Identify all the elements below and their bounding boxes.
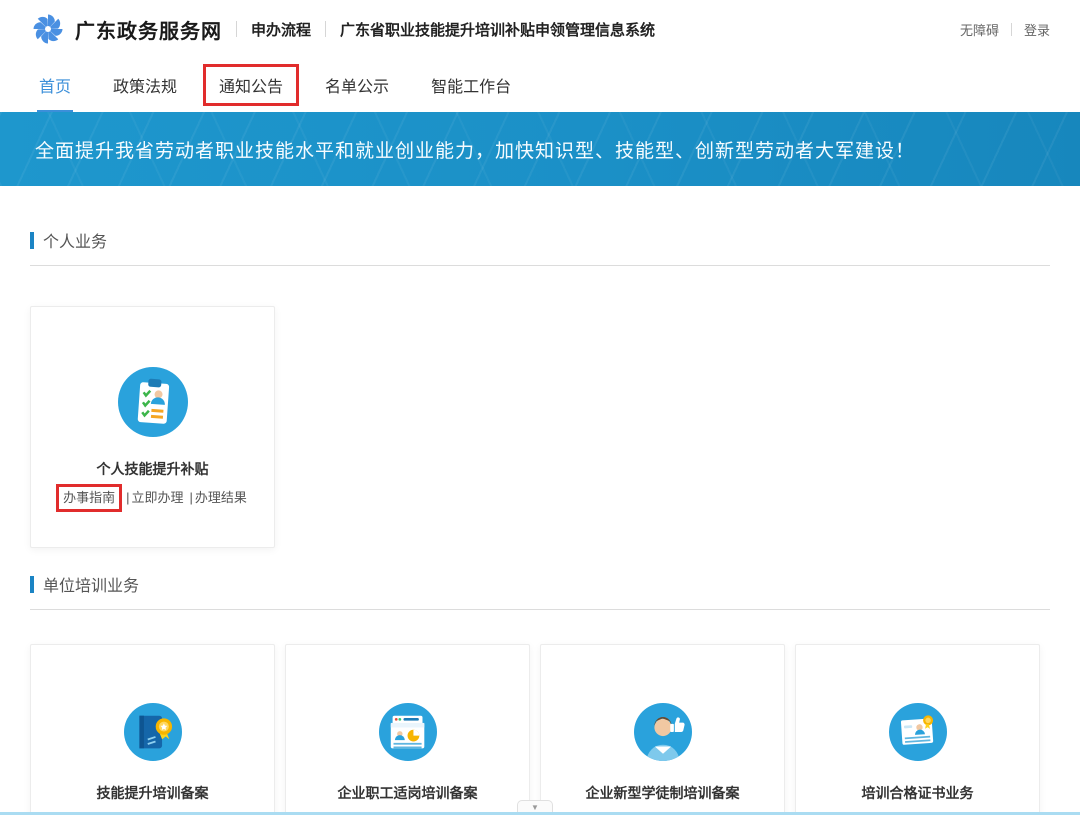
main-nav: 首页 政策法规 通知公告 名单公示 智能工作台 <box>0 58 1080 112</box>
certificate-badge-icon <box>889 703 947 761</box>
tab-public-lists[interactable]: 名单公示 <box>309 64 405 106</box>
divider <box>236 21 237 37</box>
pinwheel-flower-icon <box>30 11 66 47</box>
tab-smart-workbench[interactable]: 智能工作台 <box>415 64 527 106</box>
card-personal-skill-subsidy[interactable]: 个人技能提升补贴 办事指南|立即办理|办理结果 <box>30 306 275 548</box>
section-accent-bar <box>30 232 34 249</box>
brand-title[interactable]: 广东政务服务网 <box>75 15 222 44</box>
card-title: 技能提升培训备案 <box>31 783 274 803</box>
main-content: 个人业务 <box>0 228 1080 815</box>
divider <box>1011 23 1012 36</box>
link-separator: | <box>126 490 129 505</box>
accessibility-link[interactable]: 无障碍 <box>960 20 999 39</box>
page: 广东政务服务网 申办流程 广东省职业技能提升培训补贴申领管理信息系统 无障碍 登… <box>0 0 1080 815</box>
browser-report-icon <box>379 703 437 761</box>
card-link[interactable]: 办事指南 <box>56 484 122 512</box>
card-links: 办事指南|立即办理|办理结果 <box>31 488 274 508</box>
card-certificate-services[interactable]: 培训合格证书业务 办事指南|办理结果|证书申领|打印证书|培训人员查询 <box>795 644 1040 815</box>
divider <box>325 21 326 37</box>
person-thumbsup-icon <box>634 703 692 761</box>
tab-notices[interactable]: 通知公告 <box>203 64 299 106</box>
system-title: 广东省职业技能提升培训补贴申领管理信息系统 <box>340 19 655 40</box>
card-skill-training-filing[interactable]: 技能提升培训备案 办事指南|立即办理|办理结果|在培人员查询|学员情况查询 <box>30 644 275 815</box>
banner-slogan: 全面提升我省劳动者职业技能水平和就业创业能力，加快知识型、技能型、创新型劳动者大… <box>35 136 915 163</box>
flow-link[interactable]: 申办流程 <box>251 19 311 40</box>
section-header-personal: 个人业务 <box>30 228 1050 252</box>
section-title: 个人业务 <box>43 228 107 252</box>
tab-home[interactable]: 首页 <box>23 64 87 106</box>
card-title: 企业新型学徒制培训备案 <box>541 783 784 803</box>
login-link[interactable]: 登录 <box>1024 20 1050 39</box>
link-separator: | <box>190 490 193 505</box>
clipboard-checklist-icon <box>118 367 188 437</box>
tab-policies[interactable]: 政策法规 <box>97 64 193 106</box>
book-medal-icon <box>124 703 182 761</box>
section-accent-bar <box>30 576 34 593</box>
card-title: 企业职工适岗培训备案 <box>286 783 529 803</box>
card-title: 个人技能提升补贴 <box>31 459 274 479</box>
hero-banner: 全面提升我省劳动者职业技能水平和就业创业能力，加快知识型、技能型、创新型劳动者大… <box>0 112 1080 186</box>
top-header: 广东政务服务网 申办流程 广东省职业技能提升培训补贴申领管理信息系统 无障碍 登… <box>0 0 1080 58</box>
section-title: 单位培训业务 <box>43 572 139 596</box>
card-link[interactable]: 办理结果 <box>195 490 247 505</box>
card-apprenticeship-filing[interactable]: 企业新型学徒制培训备案 办事指南|申请备案|办理结果|单位培训人员查询 <box>540 644 785 815</box>
top-header-left: 广东政务服务网 申办流程 广东省职业技能提升培训补贴申领管理信息系统 <box>30 11 655 47</box>
card-title: 培训合格证书业务 <box>796 783 1039 803</box>
unit-card-row: 技能提升培训备案 办事指南|立即办理|办理结果|在培人员查询|学员情况查询 <box>30 644 1050 815</box>
top-header-right: 无障碍 登录 <box>960 20 1050 39</box>
card-link[interactable]: 立即办理 <box>131 490 183 505</box>
card-links-line: 办事指南|立即办理|办理结果 <box>31 488 274 508</box>
card-staff-training-filing[interactable]: 企业职工适岗培训备案 办事指南|申请备案|登记培训效果|办理结果|单位培训人员查… <box>285 644 530 815</box>
divider <box>30 265 1050 266</box>
chevron-down-icon: ▼ <box>531 803 539 812</box>
section-header-unit: 单位培训业务 <box>30 572 1050 596</box>
divider <box>30 609 1050 610</box>
